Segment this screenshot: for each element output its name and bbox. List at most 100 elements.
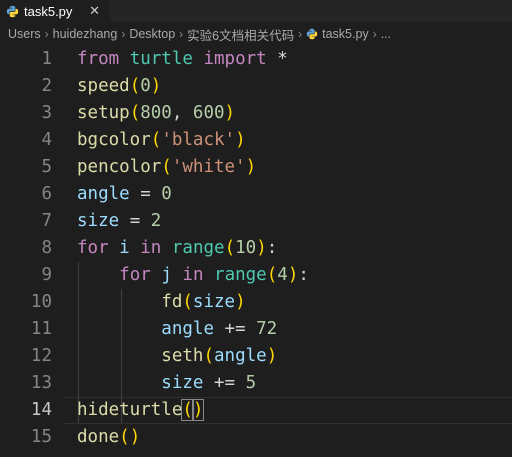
line-number[interactable]: 11	[0, 316, 52, 343]
code-text: pencolor('white')	[77, 154, 256, 181]
code-token: (	[181, 399, 194, 421]
line-number[interactable]: 13	[0, 370, 52, 397]
code-token: 10	[235, 238, 257, 258]
code-token: =	[119, 211, 151, 231]
breadcrumb-symbol-more[interactable]: ...	[381, 27, 391, 41]
code-text: angle += 72	[77, 316, 277, 343]
line-number[interactable]: 3	[0, 100, 52, 127]
breadcrumb-desktop[interactable]: Desktop	[129, 27, 175, 41]
code-token: (	[203, 346, 214, 366]
code-token: (	[182, 292, 193, 312]
line-number[interactable]: 6	[0, 181, 52, 208]
chevron-right-icon: ›	[121, 27, 126, 41]
code-text: bgcolor('black')	[77, 127, 246, 154]
code-token: ,	[171, 103, 193, 123]
line-number[interactable]: 15	[0, 424, 52, 451]
code-line[interactable]: 10 fd(size)	[0, 289, 512, 316]
code-line[interactable]: 8 for i in range(10):	[0, 235, 512, 262]
line-number[interactable]: 12	[0, 343, 52, 370]
breadcrumb-huidezhang[interactable]: huidezhang	[53, 27, 118, 41]
code-token: (	[161, 157, 172, 177]
code-line[interactable]: 11 angle += 72	[0, 316, 512, 343]
breadcrumb-users[interactable]: Users	[8, 27, 41, 41]
code-line[interactable]: 5 pencolor('white')	[0, 154, 512, 181]
code-token: *	[266, 49, 288, 69]
code-token: size	[192, 292, 236, 312]
code-text: size = 2	[77, 208, 161, 235]
code-line[interactable]: 3 setup(800, 600)	[0, 100, 512, 127]
code-line[interactable]: 4 bgcolor('black')	[0, 127, 512, 154]
code-line[interactable]: 7 size = 2	[0, 208, 512, 235]
code-token: 'white'	[171, 157, 246, 177]
code-token: for	[119, 265, 151, 285]
code-line[interactable]: 13 size += 5	[0, 370, 512, 397]
code-text: speed(0)	[77, 73, 161, 100]
code-token: done	[77, 427, 120, 447]
code-token: in	[140, 238, 162, 258]
chevron-right-icon: ›	[44, 27, 49, 41]
code-token: speed	[77, 76, 130, 96]
python-file-icon	[6, 5, 19, 17]
code-line[interactable]: 2 speed(0)	[0, 73, 512, 100]
code-token: setup	[77, 103, 130, 123]
chevron-right-icon: ›	[372, 27, 377, 41]
code-token: :	[298, 265, 309, 285]
code-text: for j in range(4):	[77, 262, 309, 289]
code-token: +=	[213, 319, 257, 339]
breadcrumb-folder[interactable]: 实验6文档相关代码	[187, 25, 294, 44]
chevron-right-icon: ›	[298, 27, 303, 41]
code-line[interactable]: 9 for j in range(4):	[0, 262, 512, 289]
code-token: pencolor	[77, 157, 162, 177]
line-number[interactable]: 9	[0, 262, 52, 289]
tab-bar: task5.py ✕	[0, 0, 512, 22]
code-line[interactable]: 6 angle = 0	[0, 181, 512, 208]
close-icon[interactable]: ✕	[89, 3, 100, 19]
code-token: turtle	[129, 49, 193, 69]
tab-task5[interactable]: task5.py ✕	[0, 0, 110, 22]
line-number[interactable]: 1	[0, 46, 52, 73]
tab-label: task5.py	[24, 3, 73, 19]
code-token: angle	[77, 184, 130, 204]
code-token: 'black'	[161, 130, 236, 150]
code-token: (	[150, 130, 162, 150]
line-number[interactable]: 10	[0, 289, 52, 316]
code-token: range	[171, 238, 225, 258]
code-token: =	[129, 184, 162, 204]
code-token: fd	[161, 292, 183, 312]
code-line[interactable]: 1 from turtle import *	[0, 46, 512, 73]
code-token: )	[287, 265, 299, 285]
code-token: )	[256, 238, 267, 258]
line-number[interactable]: 14	[0, 397, 52, 424]
code-text: setup(800, 600)	[77, 100, 235, 127]
code-token: 4	[277, 265, 288, 285]
line-number[interactable]: 8	[0, 235, 52, 262]
line-number[interactable]: 2	[0, 73, 52, 100]
code-token: )	[150, 76, 162, 96]
code-line[interactable]: 15 done()	[0, 424, 512, 451]
breadcrumb-file[interactable]: task5.py	[306, 27, 369, 41]
code-token: )	[266, 346, 278, 366]
line-number[interactable]: 4	[0, 127, 52, 154]
code-line[interactable]: 12 seth(angle)	[0, 343, 512, 370]
code-token: j	[161, 265, 172, 285]
code-text: from turtle import *	[77, 46, 288, 73]
chevron-right-icon: ›	[179, 27, 184, 41]
code-editor[interactable]: 1 from turtle import * 2 speed(0) 3 setup(800…	[0, 46, 512, 457]
code-line[interactable]: 14 hideturtle()	[0, 397, 512, 424]
code-token: angle	[161, 319, 214, 339]
code-token: i	[119, 238, 130, 258]
line-number[interactable]: 7	[0, 208, 52, 235]
line-number[interactable]: 5	[0, 154, 52, 181]
code-text: angle = 0	[77, 181, 172, 208]
python-file-icon	[306, 28, 318, 40]
code-token: )	[224, 103, 236, 123]
